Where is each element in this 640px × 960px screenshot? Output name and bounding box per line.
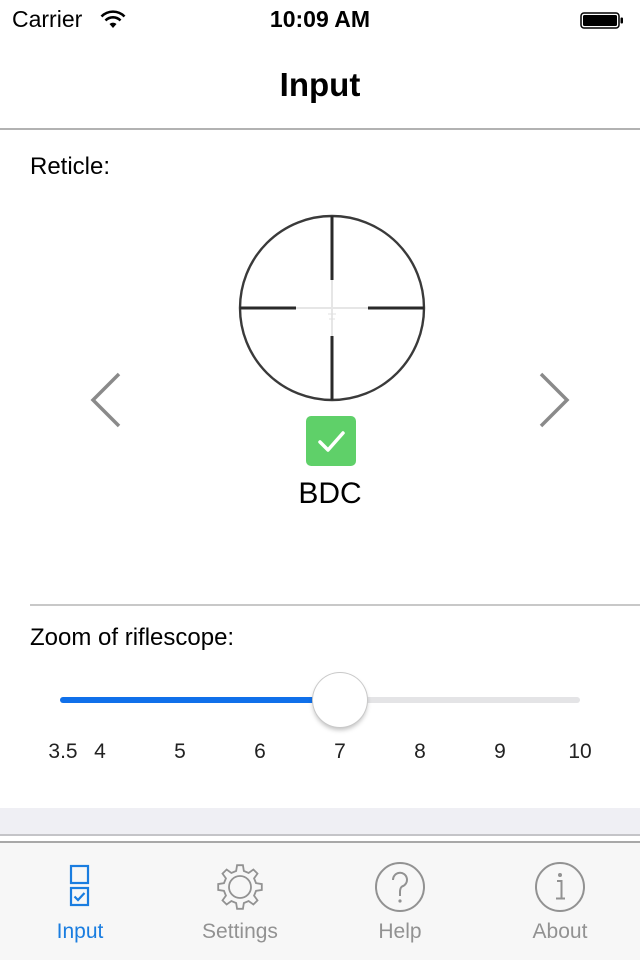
reticle-image — [238, 214, 426, 402]
gear-icon — [217, 864, 263, 910]
section-divider — [30, 604, 640, 606]
reticle-label: Reticle: — [30, 153, 111, 180]
zoom-tick-label: 3.5 — [48, 740, 78, 763]
question-icon — [375, 862, 425, 912]
tab-label: About — [532, 920, 588, 943]
reticle-name: BDC — [298, 477, 362, 510]
slider-thumb[interactable] — [313, 673, 367, 727]
zoom-tick-label: 8 — [414, 740, 426, 763]
checklist-icon — [69, 864, 90, 907]
footer-band — [0, 808, 640, 834]
nav-divider — [0, 128, 640, 130]
tab-settings[interactable]: Settings — [160, 843, 320, 960]
zoom-slider[interactable] — [60, 670, 580, 730]
zoom-tick-label: 10 — [568, 740, 592, 763]
battery-icon — [580, 12, 623, 29]
zoom-tick-label: 5 — [174, 740, 186, 763]
zoom-label: Zoom of riflescope: — [30, 624, 235, 651]
tab-about[interactable]: About — [480, 843, 640, 960]
slider-fill — [60, 697, 340, 703]
tab-input[interactable]: Input — [0, 843, 160, 960]
tab-label: Input — [56, 920, 104, 943]
zoom-tick-label: 6 — [254, 740, 266, 763]
zoom-tick-label: 9 — [494, 740, 506, 763]
chevron-left-icon[interactable] — [88, 370, 124, 430]
checkmark-icon — [318, 431, 345, 452]
reticle-select-checkbox[interactable] — [306, 416, 356, 466]
zoom-tick-label: 7 — [334, 740, 346, 763]
tab-label: Settings — [202, 920, 278, 943]
footer-divider — [0, 834, 640, 836]
status-time: 10:09 AM — [269, 6, 371, 32]
info-icon — [535, 862, 585, 912]
page-title: Input — [279, 66, 361, 103]
tab-label: Help — [378, 920, 422, 943]
tab-help[interactable]: Help — [320, 843, 480, 960]
zoom-tick-label: 4 — [94, 740, 106, 763]
chevron-right-icon[interactable] — [536, 370, 572, 430]
tab-bar: Input Settings Help About — [0, 843, 640, 960]
